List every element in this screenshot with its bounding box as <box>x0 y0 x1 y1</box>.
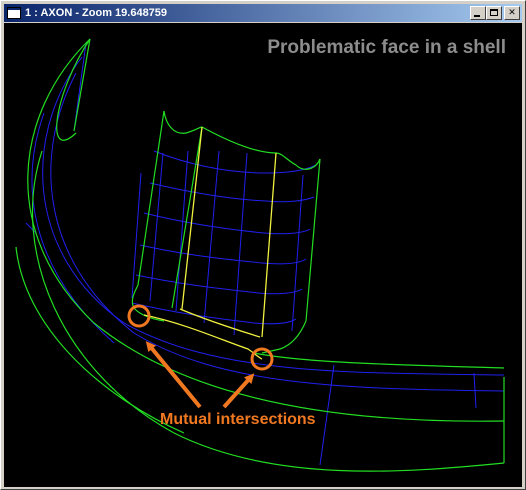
shell-edges <box>15 38 505 472</box>
problematic-face <box>143 126 277 360</box>
callout-label: Mutual intersections <box>160 411 316 428</box>
title-bar[interactable]: 1 : AXON - Zoom 19.648759 ✕ <box>4 4 522 22</box>
callout-arrow-right <box>222 373 255 409</box>
shell-isolines <box>25 42 505 466</box>
minimize-icon <box>474 15 480 17</box>
viewport-heading: Problematic face in a shell <box>267 37 506 58</box>
close-button[interactable]: ✕ <box>504 6 520 20</box>
application-window: 1 : AXON - Zoom 19.648759 ✕ Problematic … <box>0 0 526 490</box>
intersection-markers <box>127 304 274 409</box>
block-edges <box>131 110 321 354</box>
maximize-button[interactable] <box>486 6 502 20</box>
window-icon[interactable] <box>7 7 21 19</box>
callout-arrow-left <box>145 341 202 409</box>
3d-viewport[interactable]: Problematic face in a shell Mutual inter… <box>4 23 522 487</box>
window-title: 1 : AXON - Zoom 19.648759 <box>25 7 168 19</box>
block-isolines <box>131 150 317 336</box>
minimize-button[interactable] <box>470 6 486 20</box>
maximize-icon <box>490 9 498 16</box>
close-icon: ✕ <box>508 8 516 18</box>
window-controls: ✕ <box>470 6 520 20</box>
